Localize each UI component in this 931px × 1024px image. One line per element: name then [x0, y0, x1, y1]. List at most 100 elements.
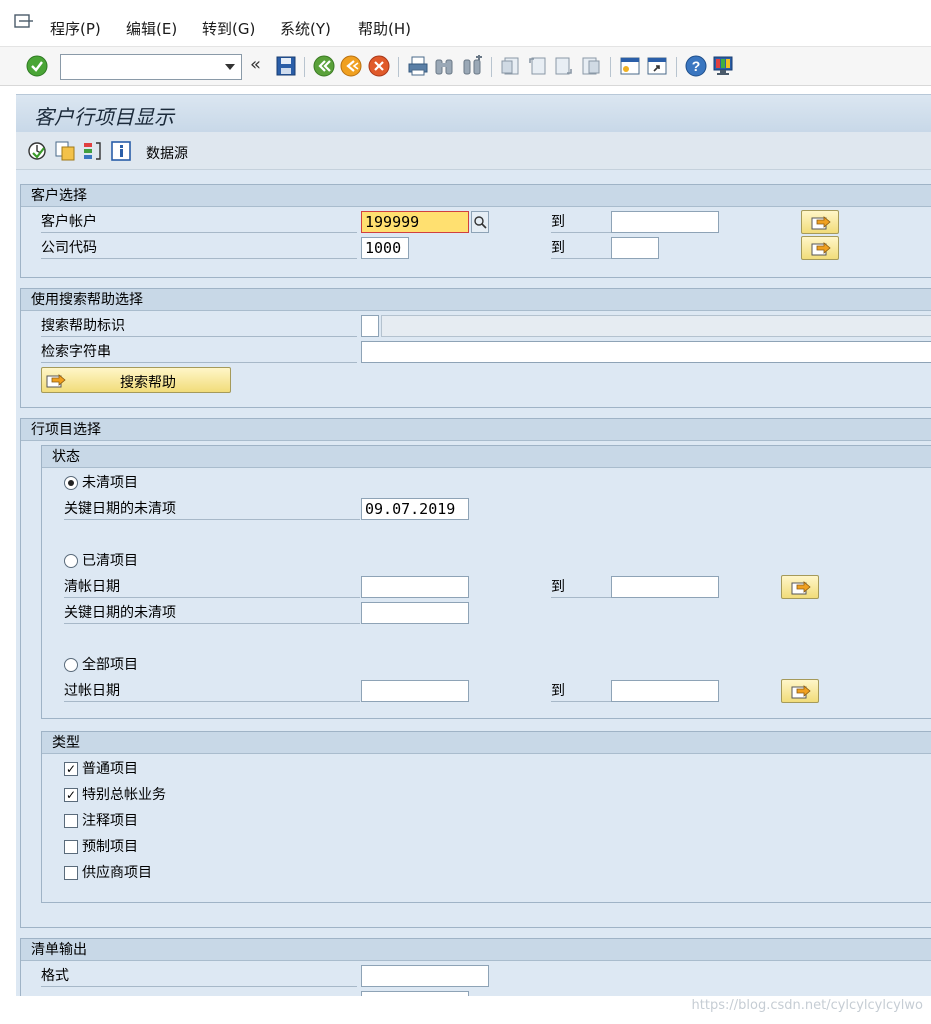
to-label: 到	[551, 576, 611, 598]
search-help-title: 使用搜索帮助选择	[21, 289, 931, 311]
last-page-icon[interactable]	[580, 55, 602, 77]
company-code-from-field[interactable]: 1000	[361, 237, 409, 259]
menu-bar: 程序(P) 编辑(E) 转到(G) 系统(Y) 帮助(H)	[0, 0, 931, 46]
search-help-button[interactable]: 搜索帮助	[41, 367, 231, 393]
data-source-button[interactable]: 数据源	[146, 143, 188, 163]
chevron-down-icon[interactable]	[225, 64, 235, 70]
first-page-icon[interactable]	[499, 55, 521, 77]
multiple-selection-icon	[46, 374, 66, 388]
get-variant-icon[interactable]	[54, 140, 76, 162]
title-bar: 客户行项目显示	[16, 94, 931, 132]
dynamic-selections-icon[interactable]	[82, 140, 104, 162]
open-items-radio[interactable]	[64, 476, 78, 490]
search-help-id-field[interactable]	[361, 315, 379, 337]
cleared-items-radio[interactable]	[64, 554, 78, 568]
menu-help[interactable]: 帮助(H)	[358, 18, 411, 39]
exit-icon[interactable]	[340, 55, 362, 77]
shortcut-icon[interactable]	[646, 55, 668, 77]
toolbar-separator	[304, 57, 305, 77]
help-icon[interactable]: ?	[685, 55, 707, 77]
parked-items-checkbox[interactable]	[64, 840, 78, 854]
list-output-title: 清单输出	[21, 939, 931, 961]
customer-account-label: 客户帐户	[41, 211, 357, 233]
search-help-group: 使用搜索帮助选择 搜索帮助标识 检索字符串 搜索帮助	[20, 288, 931, 408]
normal-items-checkbox[interactable]: ✓	[64, 762, 78, 776]
search-help-button[interactable]	[471, 211, 489, 233]
cleared-items-label: 已清项目	[82, 553, 138, 569]
standard-toolbar: « ?	[0, 46, 931, 86]
type-title: 类型	[42, 732, 931, 754]
info-icon[interactable]	[110, 140, 132, 162]
page-title: 客户行项目显示	[34, 105, 174, 129]
noted-items-checkbox[interactable]	[64, 814, 78, 828]
search-icon	[474, 216, 487, 229]
search-string-field[interactable]	[361, 341, 931, 363]
collapse-icon[interactable]: «	[250, 54, 261, 75]
new-session-icon[interactable]	[619, 55, 641, 77]
special-gl-checkbox[interactable]: ✓	[64, 788, 78, 802]
status-title: 状态	[42, 446, 931, 468]
format-label: 格式	[41, 965, 357, 987]
cancel-icon[interactable]	[368, 55, 390, 77]
previous-page-icon[interactable]	[526, 55, 548, 77]
print-icon[interactable]	[407, 55, 429, 77]
line-item-selection-title: 行项目选择	[21, 419, 931, 441]
format-field[interactable]	[361, 965, 489, 987]
next-page-icon[interactable]	[553, 55, 575, 77]
multiple-selection-button[interactable]	[781, 679, 819, 703]
execute-icon[interactable]	[26, 140, 48, 162]
menu-toggle-icon[interactable]	[14, 14, 34, 30]
find-next-icon[interactable]	[461, 55, 483, 77]
application-toolbar: 数据源	[16, 132, 931, 170]
status-group: 状态 未清项目 关键日期的未清项 09.07.2019 已清项目 清帐日期 到 …	[41, 445, 931, 719]
vendor-items-checkbox[interactable]	[64, 866, 78, 880]
find-icon[interactable]	[433, 55, 455, 77]
posting-date-from-field[interactable]	[361, 680, 469, 702]
toolbar-separator	[676, 57, 677, 77]
to-label: 到	[551, 680, 611, 702]
selection-screen: 客户选择 客户帐户 199999 到 公司代码 1000 到 使用搜索帮助选择 …	[16, 170, 931, 1013]
multiple-selection-icon	[791, 581, 811, 595]
toolbar-separator	[491, 57, 492, 77]
type-group: 类型 ✓ 普通项目 ✓ 特别总帐业务 注释项目 预制项目 供应商项目	[41, 731, 931, 903]
company-code-label: 公司代码	[41, 237, 357, 259]
save-icon[interactable]	[275, 55, 297, 77]
customer-account-to-field[interactable]	[611, 211, 719, 233]
menu-system[interactable]: 系统(Y)	[280, 18, 331, 39]
customer-account-from-field[interactable]: 199999	[361, 211, 469, 233]
menu-program[interactable]: 程序(P)	[50, 18, 101, 39]
menu-edit[interactable]: 编辑(E)	[126, 18, 177, 39]
multiple-selection-button[interactable]	[801, 236, 839, 260]
clearing-date-from-field[interactable]	[361, 576, 469, 598]
open-key-date-field[interactable]: 09.07.2019	[361, 498, 469, 520]
multiple-selection-button[interactable]	[781, 575, 819, 599]
posting-date-to-field[interactable]	[611, 680, 719, 702]
noted-items-label: 注释项目	[82, 813, 138, 829]
multiple-selection-icon	[811, 216, 831, 230]
to-label: 到	[551, 211, 611, 233]
parked-items-label: 预制项目	[82, 839, 138, 855]
back-icon[interactable]	[313, 55, 335, 77]
open-key-date-label: 关键日期的未清项	[64, 498, 360, 520]
all-items-radio[interactable]	[64, 658, 78, 672]
multiple-selection-button[interactable]	[801, 210, 839, 234]
special-gl-label: 特别总帐业务	[82, 787, 166, 803]
clearing-date-label: 清帐日期	[64, 576, 360, 598]
menu-goto[interactable]: 转到(G)	[202, 18, 255, 39]
enter-check-icon[interactable]	[26, 55, 48, 77]
multiple-selection-icon	[811, 242, 831, 256]
company-code-to-field[interactable]	[611, 237, 659, 259]
search-help-description-field	[381, 315, 931, 337]
customize-layout-icon[interactable]	[712, 55, 734, 77]
open-items-label: 未清项目	[82, 475, 138, 491]
cleared-key-date-field[interactable]	[361, 602, 469, 624]
clearing-date-to-field[interactable]	[611, 576, 719, 598]
search-string-label: 检索字符串	[41, 341, 357, 363]
to-label: 到	[551, 237, 611, 259]
cleared-key-date-label: 关键日期的未清项	[64, 602, 360, 624]
command-field[interactable]	[60, 54, 242, 80]
normal-items-label: 普通项目	[82, 761, 138, 777]
multiple-selection-icon	[791, 685, 811, 699]
line-item-selection-group: 行项目选择 状态 未清项目 关键日期的未清项 09.07.2019 已清项目 清…	[20, 418, 931, 928]
all-items-label: 全部项目	[82, 657, 138, 673]
